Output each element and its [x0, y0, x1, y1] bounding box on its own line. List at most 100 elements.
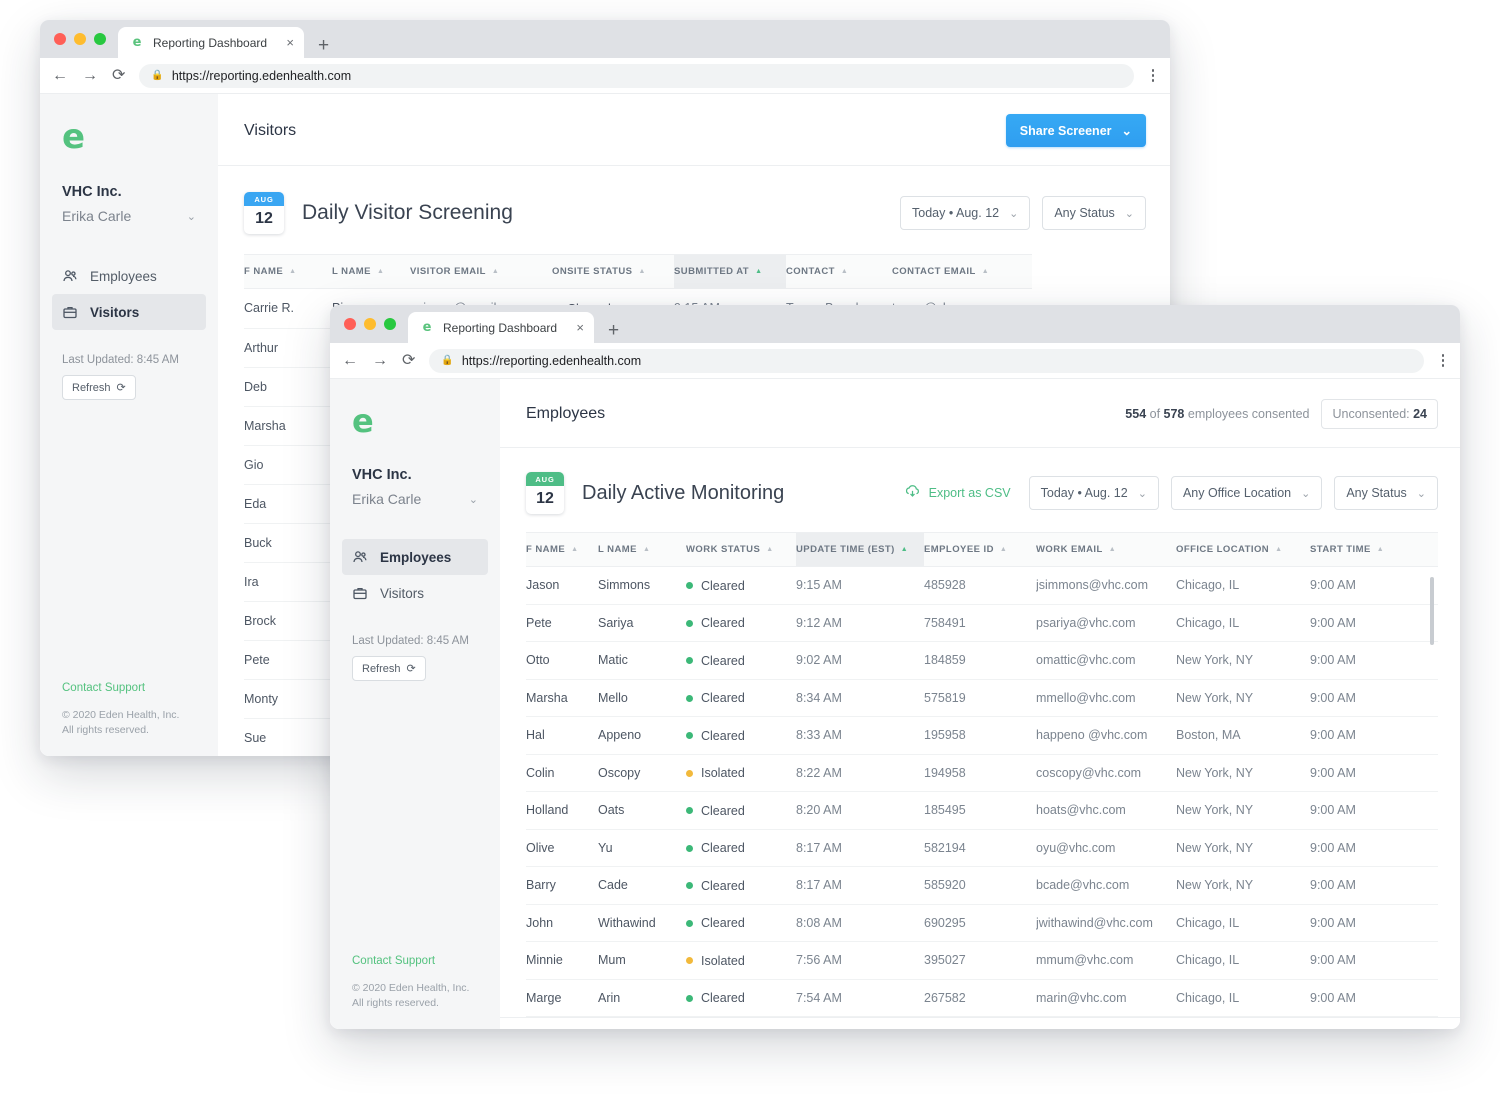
close-tab-icon[interactable]: × — [576, 321, 584, 334]
close-window-button[interactable] — [54, 33, 66, 45]
table-row[interactable]: Hal Appeno Cleared 8:33 AM 195958 happeno @vh… — [526, 716, 1438, 755]
filter-date-select[interactable]: Today • Aug. 12 ⌄ — [900, 196, 1031, 230]
table-row[interactable]: Jason Simmons Cleared 9:15 AM 485928 jsimmons… — [526, 566, 1438, 605]
minimize-window-button[interactable] — [364, 318, 376, 330]
filter-date-label: Today • Aug. 12 — [912, 206, 1000, 220]
cell-first-name: Olive — [526, 829, 598, 867]
unconsented-count: 24 — [1413, 407, 1427, 421]
pagination-bar: Show 100 ⌄ 1 - 100 of 554 employees Go t… — [500, 1017, 1460, 1029]
column-header-work-email[interactable]: WORK EMAIL ▲ — [1036, 532, 1176, 567]
reload-icon[interactable]: ⟳ — [402, 352, 415, 369]
user-switcher[interactable]: Erika Carle ⌄ — [62, 208, 196, 224]
filter-status-select[interactable]: Any Status ⌄ — [1334, 476, 1438, 510]
consent-count: 554 — [1125, 407, 1147, 421]
table-row[interactable]: Pete Sariya Cleared 9:12 AM 758491 psariya@vh… — [526, 604, 1438, 642]
cell-first-name: Pete — [526, 604, 598, 642]
contact-support-link[interactable]: Contact Support — [62, 682, 196, 694]
column-header-office-location[interactable]: OFFICE LOCATION ▲ — [1176, 532, 1310, 567]
cell-office-location: Chicago, IL — [1176, 604, 1310, 642]
table-row[interactable]: Holland Oats Cleared 8:20 AM 185495 hoats@vhc… — [526, 791, 1438, 830]
new-tab-icon[interactable]: + — [608, 321, 619, 340]
column-header-l-name[interactable]: L NAME ▲ — [332, 254, 410, 289]
table-row[interactable]: Marsha Mello Cleared 8:34 AM 575819 mmello@vh… — [526, 679, 1438, 717]
status-label: Cleared — [701, 916, 745, 930]
table-row[interactable]: Barry Cade Cleared 8:17 AM 585920 bcade@vhc.c… — [526, 866, 1438, 905]
refresh-button[interactable]: Refresh ⟳ — [62, 375, 136, 400]
table-row[interactable]: Marge Arin Cleared 7:54 AM 267582 marin@vhc.c… — [526, 979, 1438, 1017]
sidebar-item-label: Employees — [380, 549, 452, 565]
browser-window-employees[interactable]: e Reporting Dashboard × + ← → ⟳ 🔒 https:… — [330, 305, 1460, 1029]
cell-status: Cleared — [686, 791, 796, 830]
new-tab-icon[interactable]: + — [318, 36, 329, 55]
browser-menu-icon[interactable] — [1438, 354, 1449, 367]
close-tab-icon[interactable]: × — [286, 36, 294, 49]
chevron-down-icon: ⌄ — [1416, 487, 1426, 500]
column-header-contact-email[interactable]: CONTACT EMAIL ▲ — [892, 254, 1032, 289]
filter-status-select[interactable]: Any Status ⌄ — [1042, 196, 1146, 230]
table-row[interactable]: Colin Oscopy Isolated 8:22 AM 194958 coscopy@… — [526, 754, 1438, 792]
user-switcher[interactable]: Erika Carle ⌄ — [352, 491, 478, 507]
cell-employee-id: 194958 — [924, 754, 1036, 792]
cell-update-time: 8:33 AM — [796, 716, 924, 755]
browser-tab-back[interactable]: e Reporting Dashboard × — [118, 27, 304, 58]
refresh-icon: ⟳ — [406, 663, 416, 675]
cell-work-email: omattic@vhc.com — [1036, 641, 1176, 680]
forward-arrow-icon[interactable]: → — [82, 67, 98, 84]
cell-first-name: Ira — [244, 562, 332, 602]
unconsented-badge[interactable]: Unconsented: 24 — [1321, 399, 1438, 429]
maximize-window-button[interactable] — [94, 33, 106, 45]
column-header-label: L NAME — [598, 544, 637, 555]
column-header-onsite-status[interactable]: ONSITE STATUS ▲ — [552, 254, 674, 289]
column-header-employee-id[interactable]: EMPLOYEE ID ▲ — [924, 532, 1036, 567]
address-bar-front[interactable]: 🔒 https://reporting.edenhealth.com — [429, 348, 1424, 373]
table-row[interactable]: Minnie Mum Isolated 7:56 AM 395027 mmum@vhc.c… — [526, 941, 1438, 980]
column-header-l-name[interactable]: L NAME ▲ — [598, 532, 686, 567]
briefcase-icon — [62, 304, 78, 320]
sidebar-item-visitors[interactable]: Visitors — [342, 575, 488, 611]
column-header-work-status[interactable]: WORK STATUS ▲ — [686, 532, 796, 567]
sidebar-item-employees[interactable]: Employees — [342, 539, 488, 575]
refresh-button[interactable]: Refresh ⟳ — [352, 656, 426, 681]
sidebar-item-employees[interactable]: Employees — [52, 258, 206, 294]
back-arrow-icon[interactable]: ← — [342, 352, 358, 369]
close-window-button[interactable] — [344, 318, 356, 330]
window-traffic-lights-front[interactable] — [344, 305, 408, 343]
lock-icon: 🔒 — [441, 355, 454, 366]
column-header-f-name[interactable]: F NAME ▲ — [526, 532, 598, 567]
column-header-update-time-est[interactable]: UPDATE TIME (EST) ▲ — [796, 532, 924, 567]
filter-office-location-select[interactable]: Any Office Location ⌄ — [1170, 476, 1323, 510]
column-header-start-time[interactable]: START TIME ▲ — [1310, 532, 1438, 567]
table-row[interactable]: Otto Matic Cleared 9:02 AM 184859 omattic@vhc… — [526, 641, 1438, 680]
share-screener-button[interactable]: Share Screener ⌄ — [1005, 114, 1146, 147]
status-dot-icon — [686, 994, 693, 1002]
maximize-window-button[interactable] — [384, 318, 396, 330]
address-bar-back[interactable]: 🔒 https://reporting.edenhealth.com — [139, 63, 1134, 88]
minimize-window-button[interactable] — [74, 33, 86, 45]
forward-arrow-icon[interactable]: → — [372, 352, 388, 369]
table-row[interactable]: Olive Yu Cleared 8:17 AM 582194 oyu@vhc.com Ne… — [526, 829, 1438, 867]
cell-status: Cleared — [686, 829, 796, 867]
filter-date-select[interactable]: Today • Aug. 12 ⌄ — [1028, 476, 1159, 510]
table-vertical-scrollbar[interactable] — [1430, 577, 1434, 645]
back-arrow-icon[interactable]: ← — [52, 67, 68, 84]
cell-work-email: happeno @vhc.com — [1036, 716, 1176, 755]
column-header-visitor-email[interactable]: VISITOR EMAIL ▲ — [410, 254, 552, 289]
consent-mid: of — [1146, 407, 1164, 421]
contact-support-link[interactable]: Contact Support — [352, 955, 478, 967]
sidebar-item-visitors[interactable]: Visitors — [52, 294, 206, 330]
organization-name: VHC Inc. — [62, 184, 122, 200]
sort-arrow-icon: ▲ — [755, 268, 763, 275]
cell-last-name: Sariya — [598, 604, 686, 642]
copyright-line-2: All rights reserved. — [352, 996, 439, 1009]
column-header-contact[interactable]: CONTACT ▲ — [786, 254, 892, 289]
column-header-submitted-at[interactable]: SUBMITTED AT ▲ — [674, 254, 786, 289]
browser-menu-icon[interactable] — [1148, 69, 1159, 82]
window-traffic-lights-back[interactable] — [54, 20, 118, 58]
export-as-csv-button[interactable]: Export as CSV — [904, 483, 1011, 503]
browser-tab-front[interactable]: e Reporting Dashboard × — [408, 312, 594, 343]
column-header-f-name[interactable]: F NAME ▲ — [244, 254, 332, 289]
reload-icon[interactable]: ⟳ — [112, 67, 125, 84]
table-row[interactable]: John Withawind Cleared 8:08 AM 690295 jwithaw… — [526, 904, 1438, 942]
sort-arrow-icon: ▲ — [900, 546, 909, 553]
cloud-download-icon — [904, 483, 921, 503]
